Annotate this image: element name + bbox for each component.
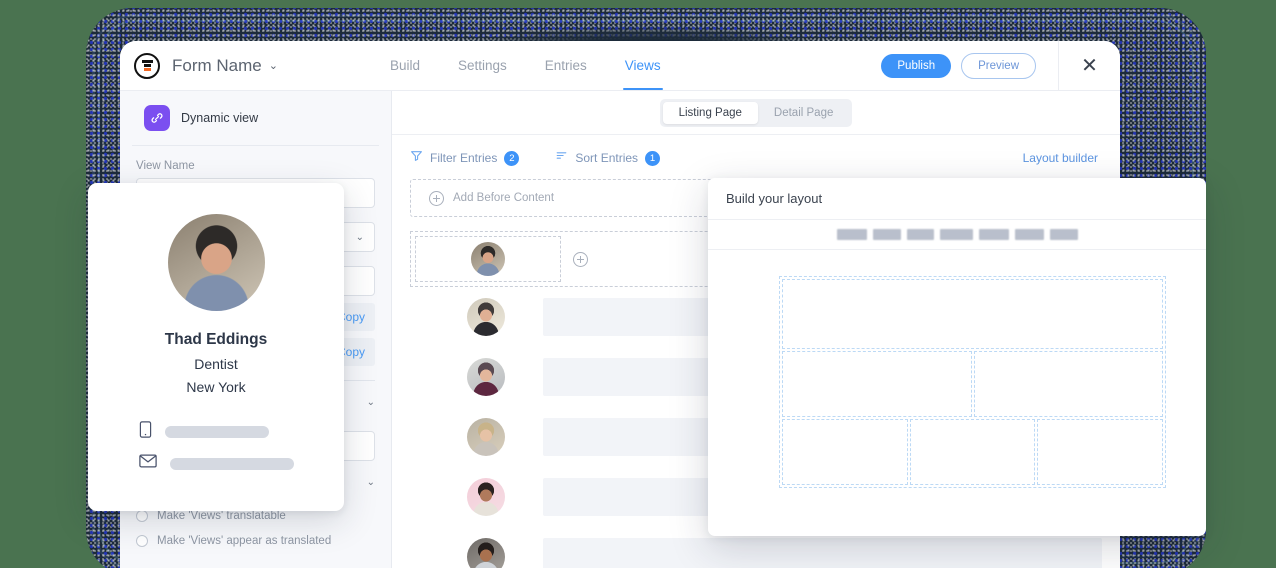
radio-icon bbox=[136, 510, 148, 522]
preview-button[interactable]: Preview bbox=[961, 52, 1036, 79]
filter-entries-label: Filter Entries bbox=[430, 151, 498, 165]
sidebar-item-label: Dynamic view bbox=[181, 111, 259, 125]
plus-circle-icon bbox=[429, 190, 444, 206]
tab-build[interactable]: Build bbox=[388, 41, 422, 90]
avatar bbox=[167, 214, 265, 311]
link-icon bbox=[144, 105, 170, 131]
filter-entries-button[interactable]: Filter Entries 2 bbox=[410, 149, 520, 167]
layout-toolbar-item[interactable] bbox=[872, 229, 901, 240]
radio-label: Make 'Views' translatable bbox=[157, 510, 286, 522]
layout-toolbar-item[interactable] bbox=[906, 229, 934, 240]
avatar bbox=[471, 242, 505, 276]
build-layout-title: Build your layout bbox=[726, 191, 823, 206]
plus-circle-icon[interactable] bbox=[573, 251, 588, 267]
toggle-listing-page[interactable]: Listing Page bbox=[662, 101, 758, 124]
main-tabs: Build Settings Entries Views bbox=[388, 41, 663, 90]
layout-grid-row[interactable] bbox=[782, 419, 1164, 485]
screenshot-stage: Form Name ⌄ Build Settings Entries Views… bbox=[0, 0, 1276, 568]
filter-bar: Filter Entries 2 Sort Entries 1 Layout b… bbox=[392, 135, 1120, 179]
layout-toolbar-item[interactable] bbox=[978, 229, 1009, 240]
avatar bbox=[467, 478, 505, 516]
form-logo-icon bbox=[134, 52, 160, 79]
add-before-content-label: Add Before Content bbox=[453, 192, 555, 204]
close-button[interactable]: ✕ bbox=[1058, 41, 1120, 90]
sort-entries-count: 1 bbox=[645, 150, 661, 166]
profile-location: New York bbox=[186, 379, 246, 395]
layout-grid-row[interactable] bbox=[782, 279, 1163, 349]
build-layout-panel: Build your layout bbox=[708, 178, 1206, 536]
profile-name: Thad Eddings bbox=[164, 331, 268, 348]
phone-icon bbox=[139, 421, 152, 443]
filter-entries-count: 2 bbox=[504, 150, 520, 166]
view-name-label: View Name bbox=[136, 160, 195, 172]
avatar bbox=[467, 298, 505, 336]
layout-grid[interactable] bbox=[779, 276, 1166, 488]
layout-toolbar-item[interactable] bbox=[1014, 229, 1044, 240]
build-layout-header: Build your layout bbox=[708, 178, 1206, 220]
layout-toolbar-item[interactable] bbox=[836, 229, 867, 240]
layout-grid-cell[interactable] bbox=[782, 351, 972, 417]
layout-grid-cell[interactable] bbox=[782, 279, 1163, 349]
radio-make-views-translatable[interactable]: Make 'Views' translatable bbox=[136, 510, 375, 522]
top-bar: Form Name ⌄ Build Settings Entries Views… bbox=[120, 41, 1120, 91]
layout-toolbar-item[interactable] bbox=[1049, 229, 1078, 240]
chevron-down-icon: ⌄ bbox=[366, 476, 375, 488]
page-title: Form Name bbox=[172, 55, 262, 75]
sort-entries-button[interactable]: Sort Entries 1 bbox=[555, 149, 661, 167]
sidebar-item-dynamic-view[interactable]: Dynamic view bbox=[132, 91, 379, 146]
chevron-down-icon[interactable]: ⌄ bbox=[269, 59, 278, 72]
profile-card: Thad Eddings Dentist New York bbox=[88, 183, 344, 511]
sort-icon bbox=[555, 149, 568, 167]
tab-views[interactable]: Views bbox=[622, 41, 663, 90]
entry-placeholder bbox=[543, 538, 1102, 568]
funnel-icon bbox=[410, 149, 423, 167]
sort-entries-label: Sort Entries bbox=[575, 151, 639, 165]
layout-grid-cell[interactable] bbox=[1037, 419, 1164, 485]
radio-make-views-appear-as-translated[interactable]: Make 'Views' appear as translated bbox=[136, 535, 375, 547]
toggle-detail-page[interactable]: Detail Page bbox=[758, 102, 849, 124]
avatar bbox=[467, 358, 505, 396]
top-bar-actions: Publish Preview ✕ bbox=[881, 41, 1120, 90]
chevron-down-icon: ⌄ bbox=[355, 231, 364, 243]
profile-role: Dentist bbox=[194, 356, 238, 372]
page-toggle-bar: Listing Page Detail Page bbox=[392, 91, 1120, 135]
layout-grid-cell[interactable] bbox=[782, 419, 908, 485]
avatar bbox=[467, 538, 505, 568]
build-layout-canvas bbox=[708, 250, 1206, 516]
page-toggle: Listing Page Detail Page bbox=[659, 98, 853, 127]
publish-button[interactable]: Publish bbox=[881, 53, 952, 78]
avatar bbox=[467, 418, 505, 456]
layout-grid-cell[interactable] bbox=[909, 419, 1036, 485]
profile-phone-field bbox=[139, 421, 294, 443]
profile-phone-placeholder bbox=[164, 426, 269, 438]
tab-entries[interactable]: Entries bbox=[543, 41, 589, 90]
layout-grid-cell[interactable] bbox=[973, 351, 1163, 417]
radio-label: Make 'Views' appear as translated bbox=[157, 535, 332, 547]
tab-settings[interactable]: Settings bbox=[456, 41, 509, 90]
first-entry-avatar-cell[interactable] bbox=[415, 236, 561, 282]
layout-builder-link[interactable]: Layout builder bbox=[1023, 151, 1098, 165]
envelope-icon bbox=[138, 454, 157, 473]
profile-email-placeholder bbox=[169, 457, 294, 470]
radio-icon bbox=[136, 535, 148, 547]
layout-grid-row[interactable] bbox=[782, 351, 1163, 417]
profile-contact-fields bbox=[138, 421, 294, 473]
layout-toolbar-item[interactable] bbox=[939, 229, 973, 240]
close-icon: ✕ bbox=[1081, 54, 1098, 77]
chevron-down-icon: ⌄ bbox=[366, 396, 375, 408]
build-layout-toolbar[interactable] bbox=[708, 220, 1206, 250]
profile-email-field bbox=[138, 454, 294, 473]
